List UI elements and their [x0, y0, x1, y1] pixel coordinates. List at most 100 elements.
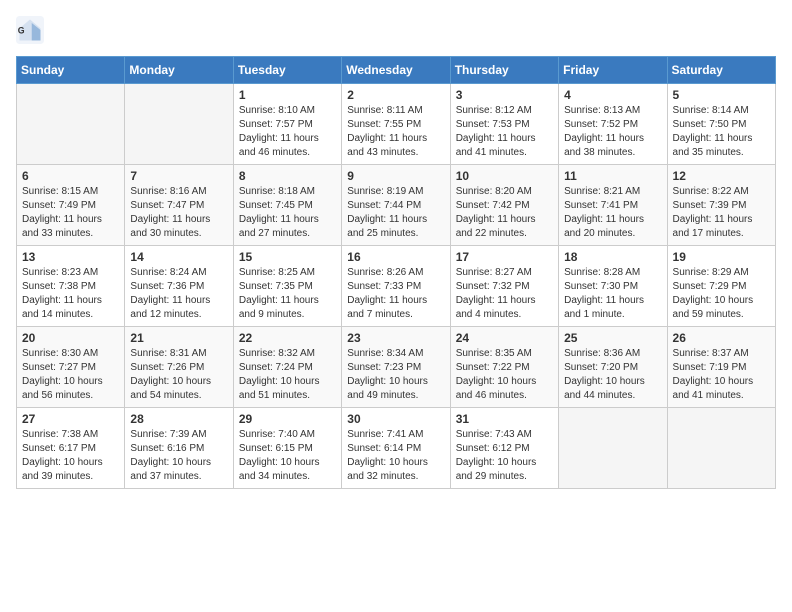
calendar-cell: 9Sunrise: 8:19 AMSunset: 7:44 PMDaylight…: [342, 165, 450, 246]
calendar-week-row: 1 Sunrise: 8:10 AM Sunset: 7:57 PM Daylight…: [17, 84, 776, 165]
daylight-text: Daylight: 10 hours and 44 minutes.: [564, 376, 645, 401]
sunset-text: Sunset: 7:35 PM: [239, 281, 313, 292]
sunrise-text: Sunrise: 8:10 AM: [239, 105, 315, 116]
day-number: 16: [347, 250, 444, 264]
day-info: Sunrise: 8:27 AMSunset: 7:32 PMDaylight:…: [456, 266, 553, 322]
day-number: 25: [564, 331, 661, 345]
day-number: 2: [347, 88, 444, 102]
day-info: Sunrise: 8:10 AM Sunset: 7:57 PM Daylight:…: [239, 104, 336, 160]
sunset-text: Sunset: 7:50 PM: [673, 119, 747, 130]
sunset-text: Sunset: 6:15 PM: [239, 443, 313, 454]
day-number: 15: [239, 250, 336, 264]
sunset-text: Sunset: 7:53 PM: [456, 119, 530, 130]
svg-text:G: G: [18, 26, 25, 36]
daylight-text: Daylight: 10 hours and 32 minutes.: [347, 457, 428, 482]
daylight-text: Daylight: 10 hours and 34 minutes.: [239, 457, 320, 482]
day-info: Sunrise: 8:22 AMSunset: 7:39 PMDaylight:…: [673, 185, 770, 241]
day-number: 26: [673, 331, 770, 345]
daylight-text: Daylight: 11 hours and 41 minutes.: [456, 133, 536, 158]
daylight-text: Daylight: 11 hours and 46 minutes.: [239, 133, 319, 158]
sunset-text: Sunset: 6:14 PM: [347, 443, 421, 454]
day-info: Sunrise: 7:39 AMSunset: 6:16 PMDaylight:…: [130, 428, 227, 484]
daylight-text: Daylight: 10 hours and 49 minutes.: [347, 376, 428, 401]
day-number: 1: [239, 88, 336, 102]
calendar-cell: [559, 408, 667, 489]
day-info: Sunrise: 8:15 AMSunset: 7:49 PMDaylight:…: [22, 185, 119, 241]
sunset-text: Sunset: 7:20 PM: [564, 362, 638, 373]
daylight-text: Daylight: 10 hours and 41 minutes.: [673, 376, 754, 401]
daylight-text: Daylight: 11 hours and 38 minutes.: [564, 133, 644, 158]
day-number: 27: [22, 412, 119, 426]
day-number: 28: [130, 412, 227, 426]
sunrise-text: Sunrise: 8:25 AM: [239, 267, 315, 278]
day-info: Sunrise: 8:11 AMSunset: 7:55 PMDaylight:…: [347, 104, 444, 160]
daylight-text: Daylight: 11 hours and 1 minute.: [564, 295, 644, 320]
day-info: Sunrise: 8:30 AMSunset: 7:27 PMDaylight:…: [22, 347, 119, 403]
sunrise-text: Sunrise: 8:32 AM: [239, 348, 315, 359]
daylight-text: Daylight: 11 hours and 7 minutes.: [347, 295, 427, 320]
sunrise-text: Sunrise: 8:24 AM: [130, 267, 206, 278]
day-number: 20: [22, 331, 119, 345]
sunset-text: Sunset: 6:16 PM: [130, 443, 204, 454]
sunset-text: Sunset: 7:22 PM: [456, 362, 530, 373]
calendar-week-row: 13Sunrise: 8:23 AMSunset: 7:38 PMDayligh…: [17, 246, 776, 327]
day-info: Sunrise: 8:25 AMSunset: 7:35 PMDaylight:…: [239, 266, 336, 322]
day-number: 3: [456, 88, 553, 102]
day-number: 4: [564, 88, 661, 102]
day-info: Sunrise: 8:21 AMSunset: 7:41 PMDaylight:…: [564, 185, 661, 241]
sunset-text: Sunset: 7:32 PM: [456, 281, 530, 292]
calendar-cell: 23 Sunrise: 8:34 AMSunset: 7:23 PMDayligh…: [342, 327, 450, 408]
sunrise-text: Sunrise: 8:29 AM: [673, 267, 749, 278]
sunrise-text: Sunrise: 8:35 AM: [456, 348, 532, 359]
calendar-cell: 26Sunrise: 8:37 AMSunset: 7:19 PMDayligh…: [667, 327, 775, 408]
daylight-text: Daylight: 10 hours and 59 minutes.: [673, 295, 754, 320]
calendar-cell: [667, 408, 775, 489]
day-number: 7: [130, 169, 227, 183]
sunset-text: Sunset: 7:33 PM: [347, 281, 421, 292]
calendar-week-row: 6 Sunrise: 8:15 AMSunset: 7:49 PMDaylight…: [17, 165, 776, 246]
day-info: Sunrise: 8:12 AMSunset: 7:53 PMDaylight:…: [456, 104, 553, 160]
calendar-cell: 27Sunrise: 7:38 AMSunset: 6:17 PMDayligh…: [17, 408, 125, 489]
daylight-text: Daylight: 11 hours and 14 minutes.: [22, 295, 102, 320]
sunrise-text: Sunrise: 7:43 AM: [456, 429, 532, 440]
daylight-text: Daylight: 11 hours and 25 minutes.: [347, 214, 427, 239]
daylight-text: Daylight: 10 hours and 51 minutes.: [239, 376, 320, 401]
sunset-text: Sunset: 7:44 PM: [347, 200, 421, 211]
day-number: 17: [456, 250, 553, 264]
sunset-text: Sunset: 7:36 PM: [130, 281, 204, 292]
day-number: 5: [673, 88, 770, 102]
day-info: Sunrise: 8:34 AMSunset: 7:23 PMDaylight:…: [347, 347, 444, 403]
day-info: Sunrise: 8:32 AM Sunset: 7:24 PM Daylight:…: [239, 347, 336, 403]
sunset-text: Sunset: 7:23 PM: [347, 362, 421, 373]
sunset-text: Sunset: 7:57 PM: [239, 119, 313, 130]
calendar-cell: 6 Sunrise: 8:15 AMSunset: 7:49 PMDaylight…: [17, 165, 125, 246]
sunset-text: Sunset: 7:39 PM: [673, 200, 747, 211]
day-number: 23: [347, 331, 444, 345]
sunrise-text: Sunrise: 8:27 AM: [456, 267, 532, 278]
sunset-text: Sunset: 7:24 PM: [239, 362, 313, 373]
day-number: 22: [239, 331, 336, 345]
sunset-text: Sunset: 7:27 PM: [22, 362, 96, 373]
sunrise-text: Sunrise: 8:31 AM: [130, 348, 206, 359]
weekday-header: Saturday: [667, 57, 775, 84]
daylight-text: Daylight: 11 hours and 35 minutes.: [673, 133, 753, 158]
calendar-week-row: 20 Sunrise: 8:30 AMSunset: 7:27 PMDayligh…: [17, 327, 776, 408]
calendar-cell: 31Sunrise: 7:43 AMSunset: 6:12 PMDayligh…: [450, 408, 558, 489]
day-info: Sunrise: 8:13 AMSunset: 7:52 PMDaylight:…: [564, 104, 661, 160]
day-number: 13: [22, 250, 119, 264]
day-info: Sunrise: 8:28 AMSunset: 7:30 PMDaylight:…: [564, 266, 661, 322]
daylight-text: Daylight: 10 hours and 54 minutes.: [130, 376, 211, 401]
day-number: 11: [564, 169, 661, 183]
sunrise-text: Sunrise: 8:21 AM: [564, 186, 640, 197]
weekday-header: Monday: [125, 57, 233, 84]
day-number: 6: [22, 169, 119, 183]
calendar-cell: 1 Sunrise: 8:10 AM Sunset: 7:57 PM Daylight…: [233, 84, 341, 165]
day-info: Sunrise: 7:41 AMSunset: 6:14 PMDaylight:…: [347, 428, 444, 484]
calendar-cell: 24Sunrise: 8:35 AMSunset: 7:22 PMDayligh…: [450, 327, 558, 408]
sunrise-text: Sunrise: 8:26 AM: [347, 267, 423, 278]
day-info: Sunrise: 8:24 AMSunset: 7:36 PMDaylight:…: [130, 266, 227, 322]
day-info: Sunrise: 8:18 AMSunset: 7:45 PMDaylight:…: [239, 185, 336, 241]
daylight-text: Daylight: 10 hours and 56 minutes.: [22, 376, 103, 401]
sunrise-text: Sunrise: 8:11 AM: [347, 105, 422, 116]
day-info: Sunrise: 8:29 AMSunset: 7:29 PMDaylight:…: [673, 266, 770, 322]
